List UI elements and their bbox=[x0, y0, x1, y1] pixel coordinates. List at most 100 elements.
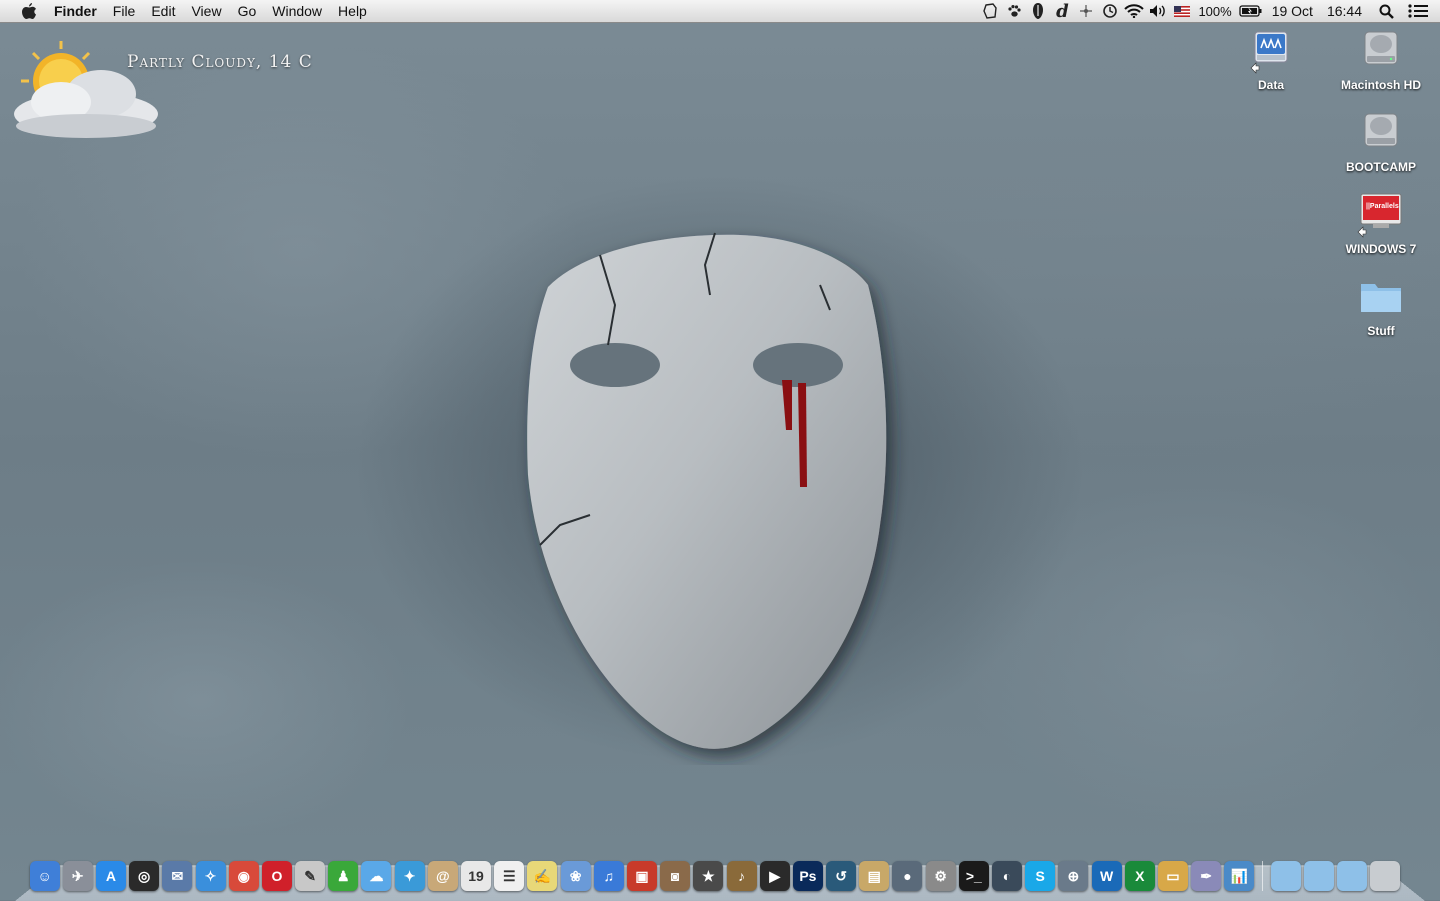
dock-app-icon-glyph: ✈ bbox=[71, 867, 84, 884]
dock-app-excel[interactable]: X bbox=[1124, 861, 1155, 891]
dock-app-twitter[interactable]: ✦ bbox=[394, 861, 425, 891]
dock-app-iphoto[interactable]: ❀ bbox=[560, 861, 591, 891]
dock-app-preview[interactable]: ✉ bbox=[162, 861, 193, 891]
dock-app-photoshop[interactable]: Ps bbox=[792, 861, 823, 891]
desktop-wallpaper bbox=[0, 0, 1440, 900]
dock-app-icon-glyph: O bbox=[271, 868, 283, 884]
dock-app-bottle[interactable]: ♟ bbox=[328, 861, 359, 891]
dock-app-safari[interactable]: ✧ bbox=[195, 861, 226, 891]
dock-app-photo-booth[interactable]: ▣ bbox=[626, 861, 657, 891]
dock-app-icon-glyph: ✍ bbox=[533, 867, 552, 884]
dock-app-contacts[interactable]: @ bbox=[427, 861, 458, 891]
parallels-icon: ||Parallels bbox=[1357, 192, 1405, 240]
hard-drive-icon bbox=[1357, 28, 1405, 76]
dock-app-quicktime[interactable]: ▶ bbox=[759, 861, 790, 891]
dock-app-icon-glyph: ✎ bbox=[304, 867, 316, 884]
dock-app-icon-glyph: ☰ bbox=[502, 867, 516, 884]
mask-wallpaper-art bbox=[527, 232, 887, 749]
menu-window[interactable]: Window bbox=[264, 0, 330, 22]
dock-app-skype[interactable]: S bbox=[1025, 861, 1056, 891]
wifi-icon[interactable] bbox=[1124, 0, 1145, 22]
move-icon[interactable] bbox=[1076, 0, 1096, 22]
apple-menu-icon[interactable] bbox=[18, 0, 40, 22]
us-flag-icon[interactable] bbox=[1172, 0, 1192, 22]
dock-applications-folder-icon[interactable] bbox=[1270, 861, 1301, 891]
dock-documents-folder-icon[interactable] bbox=[1303, 861, 1334, 891]
desktop-icon-windows-7[interactable]: ||Parallels WINDOWS 7 bbox=[1331, 192, 1431, 256]
dock-app-launchpad[interactable]: ✈ bbox=[62, 861, 93, 891]
network-drive-icon bbox=[1247, 28, 1295, 76]
dock-app-keynote[interactable]: ▭ bbox=[1157, 861, 1188, 891]
dock-app-icon-glyph: ✒ bbox=[1200, 867, 1213, 884]
desktop-icon-bootcamp[interactable]: BOOTCAMP bbox=[1331, 110, 1431, 174]
desktop-icon-label: WINDOWS 7 bbox=[1345, 242, 1417, 256]
dock-app-icon-glyph: ❀ bbox=[569, 867, 582, 884]
dock-app-icon-glyph: 📊 bbox=[1230, 867, 1249, 884]
dock-app-icon-glyph: Ps bbox=[799, 868, 817, 884]
dock-app-script-editor[interactable]: ✒ bbox=[1191, 861, 1222, 891]
dock-app-word[interactable]: W bbox=[1091, 861, 1122, 891]
dock-app-icon-glyph: A bbox=[105, 868, 117, 884]
menu-view[interactable]: View bbox=[183, 0, 229, 22]
battery-icon[interactable] bbox=[1238, 0, 1264, 22]
dock-app-icon-glyph: ☺ bbox=[37, 868, 52, 884]
dock-app-dashboard[interactable]: ◎ bbox=[129, 861, 160, 891]
dictionary-icon[interactable]: d bbox=[1052, 0, 1072, 22]
dock-app-itunes[interactable]: ♫ bbox=[593, 861, 624, 891]
dock-app-terminal[interactable]: >_ bbox=[958, 861, 989, 891]
dock-app-opera[interactable]: O bbox=[261, 861, 292, 891]
dock-app-icon-glyph: ◐ bbox=[1002, 868, 1012, 884]
clock-date[interactable]: 19 Oct bbox=[1272, 3, 1313, 19]
dock-app-messages[interactable]: ☁ bbox=[361, 861, 392, 891]
dock-app-steam[interactable]: ◐ bbox=[992, 861, 1023, 891]
notification-center-icon[interactable] bbox=[1408, 0, 1428, 22]
dock-app-icon-glyph: ✦ bbox=[403, 867, 416, 884]
desktop-icon-data[interactable]: Data bbox=[1221, 28, 1321, 92]
dock-app-reminders[interactable]: ☰ bbox=[494, 861, 525, 891]
dock-downloads-folder-icon[interactable] bbox=[1336, 861, 1367, 891]
desktop-icon-stuff[interactable]: Stuff bbox=[1331, 274, 1431, 338]
dock-app-facetime[interactable]: ● bbox=[892, 861, 923, 891]
menu-file[interactable]: File bbox=[105, 0, 144, 22]
dock-app-icon-glyph: ▣ bbox=[635, 867, 649, 884]
weather-text: Partly Cloudy, 14 C bbox=[127, 52, 313, 72]
dock-app-time-machine[interactable]: ↺ bbox=[826, 861, 857, 891]
time-machine-icon[interactable] bbox=[1100, 0, 1120, 22]
dock: ☺ ✈ A ◎ ✉ ✧ ◉ O ✎ ♟ ☁ ✦ @19 ☰ ✍ ❀ ♫ ▣ ◙ ★ ♪ ▶ Ps ↺ ▤ ● ⚙ >_ ◐ S ⊕ W X ▭ ✒ 📊 bbox=[28, 858, 1402, 894]
dock-app-network-utility[interactable]: ⊕ bbox=[1058, 861, 1089, 891]
dock-app-icon-glyph: ♪ bbox=[738, 868, 746, 884]
dock-app-icon-glyph: ♟ bbox=[337, 867, 350, 884]
dock-app-archive[interactable]: ▤ bbox=[859, 861, 890, 891]
dock-app-notes[interactable]: ✍ bbox=[527, 861, 558, 891]
desktop-icon-label: Data bbox=[1257, 78, 1284, 92]
battery-percentage[interactable]: 100% bbox=[1198, 4, 1231, 19]
dock-app-icon-glyph: ● bbox=[903, 868, 912, 884]
evernote-icon[interactable] bbox=[980, 0, 1000, 22]
stylus-icon[interactable] bbox=[1028, 0, 1048, 22]
menu-app-finder[interactable]: Finder bbox=[54, 0, 105, 22]
dock-app-image-capture[interactable]: ◙ bbox=[660, 861, 691, 891]
dock-app-imovie[interactable]: ★ bbox=[693, 861, 724, 891]
dock-app-icon-glyph: ⚙ bbox=[934, 867, 947, 884]
desktop-icon-macintosh-hd[interactable]: Macintosh HD bbox=[1331, 28, 1431, 92]
dock-app-calendar[interactable]: 19 bbox=[461, 861, 492, 891]
dock-app-finder[interactable]: ☺ bbox=[29, 861, 60, 891]
spotlight-search-icon[interactable] bbox=[1376, 0, 1396, 22]
dock-app-system-preferences[interactable]: ⚙ bbox=[925, 861, 956, 891]
clock-time[interactable]: 16:44 bbox=[1327, 3, 1362, 19]
dock-app-pencil[interactable]: ✎ bbox=[295, 861, 326, 891]
dock-app-icon-glyph: ▶ bbox=[769, 867, 781, 884]
dock-trash-icon[interactable] bbox=[1370, 861, 1401, 891]
dock-app-icon-glyph: @ bbox=[436, 868, 450, 884]
menu-edit[interactable]: Edit bbox=[143, 0, 183, 22]
paw-icon[interactable] bbox=[1004, 0, 1024, 22]
dock-app-chrome[interactable]: ◉ bbox=[228, 861, 259, 891]
parallels-badge-text: ||Parallels bbox=[1366, 203, 1399, 210]
menu-go[interactable]: Go bbox=[230, 0, 265, 22]
dock-app-garageband[interactable]: ♪ bbox=[726, 861, 757, 891]
dock-app-icon-glyph: S bbox=[1035, 868, 1045, 884]
dock-app-grapher[interactable]: 📊 bbox=[1224, 861, 1255, 891]
menu-help[interactable]: Help bbox=[330, 0, 375, 22]
dock-app-app-store[interactable]: A bbox=[95, 861, 126, 891]
volume-icon[interactable] bbox=[1148, 0, 1168, 22]
